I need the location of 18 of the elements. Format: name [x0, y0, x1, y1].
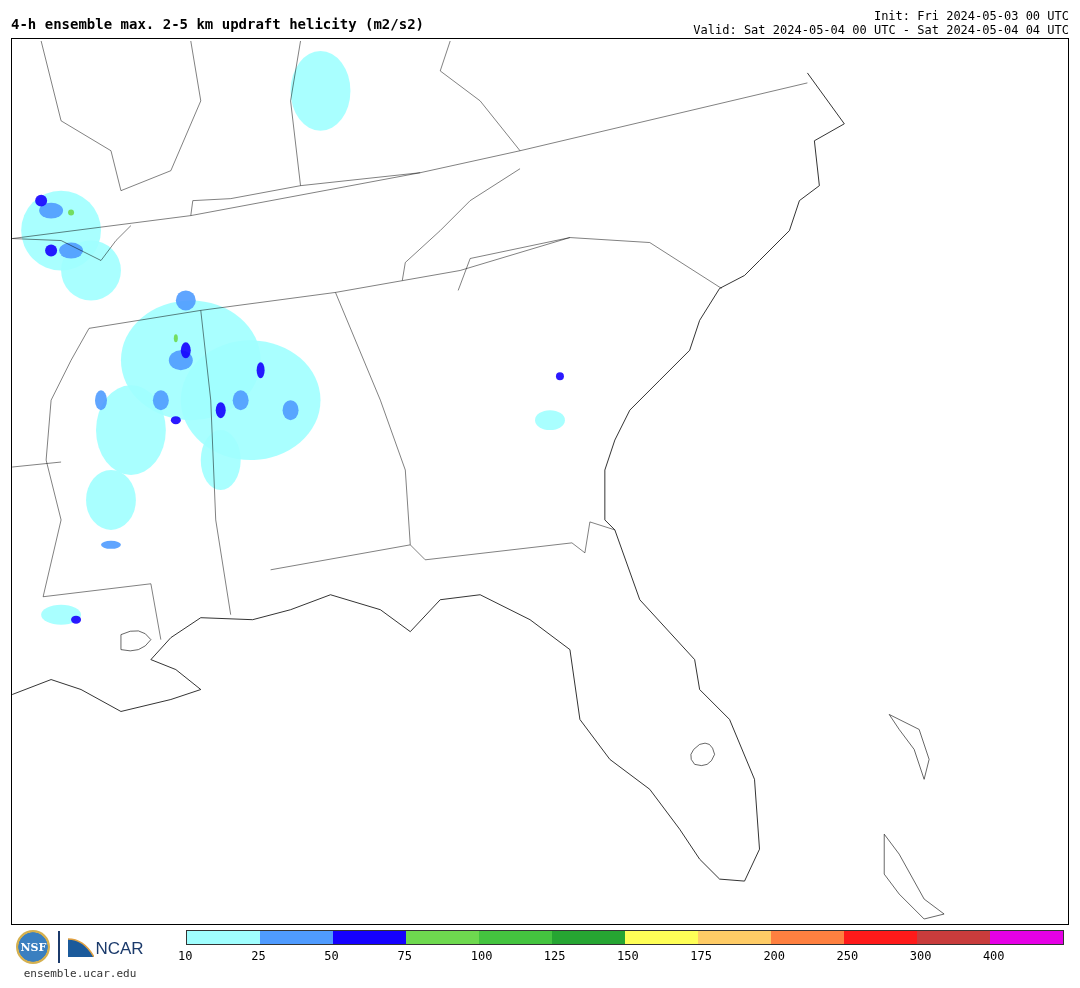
scale-label: 400 — [982, 949, 1006, 963]
scale-label: 50 — [324, 949, 340, 963]
nsf-logo: NSF — [16, 930, 51, 964]
ncar-logo: NCAR — [68, 937, 144, 957]
scale-label: 300 — [909, 949, 933, 963]
website-url: ensemble.ucar.edu — [23, 967, 137, 980]
scale-label: 10 — [178, 949, 194, 963]
scale-label: 175 — [690, 949, 713, 963]
scale-label: 100 — [470, 949, 494, 963]
scale-label: 200 — [763, 949, 787, 963]
chart-title: 4-h ensemble max. 2-5 km updraft helicity (m2/s2) — [11, 16, 424, 32]
init-time: Init: Fri 2024-05-03 00 UTC — [873, 9, 1069, 23]
scale-label: 250 — [836, 949, 860, 963]
scale-label: 125 — [543, 949, 567, 963]
scale-label: 150 — [617, 949, 640, 963]
valid-time: Valid: Sat 2024-05-04 00 UTC - Sat 2024-05-04 04 UTC — [693, 23, 1069, 37]
scale-label: 25 — [251, 949, 267, 963]
scale-label: 75 — [397, 949, 413, 963]
